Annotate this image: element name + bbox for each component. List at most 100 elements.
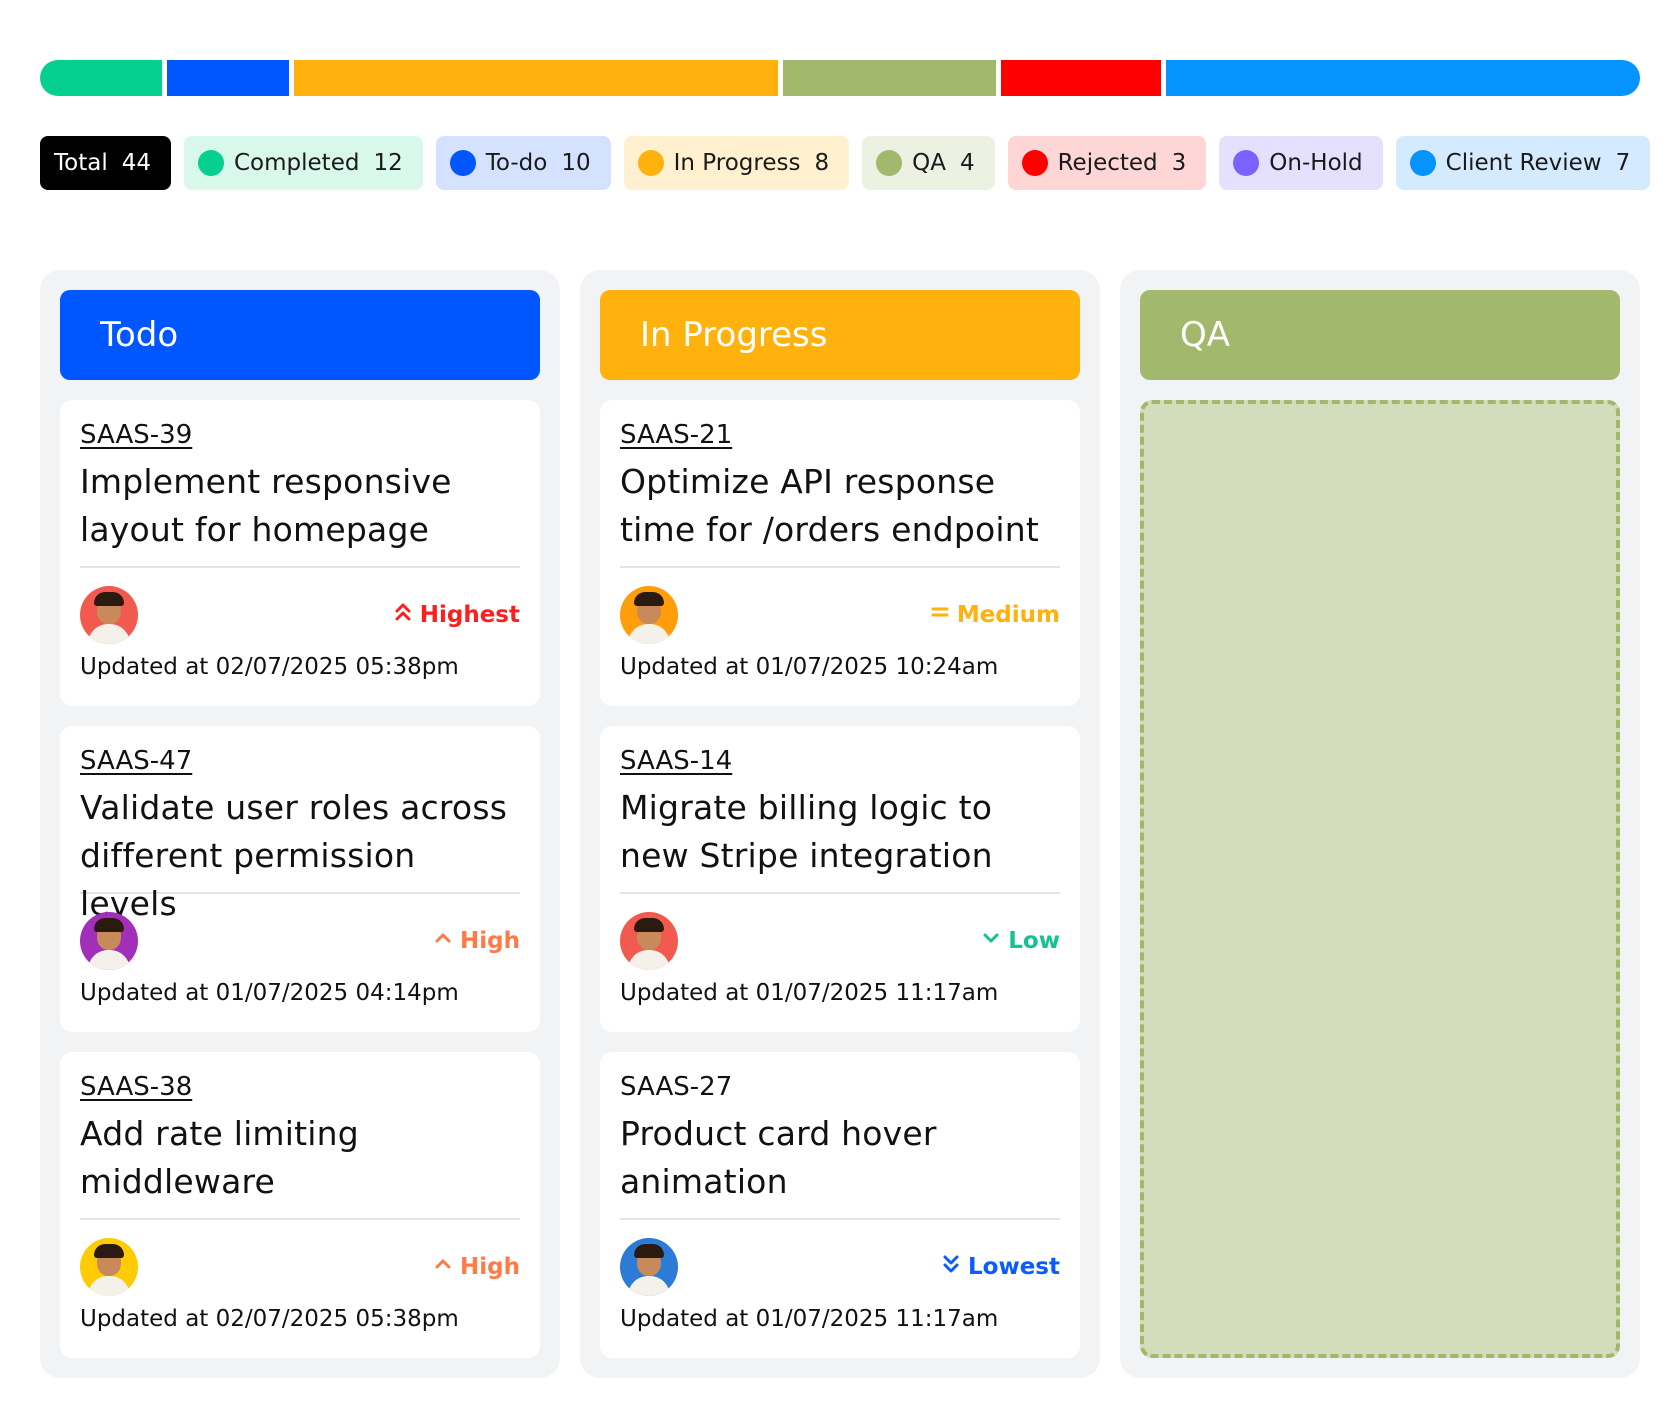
chip-completed-label: Completed <box>234 150 360 176</box>
chip-qa-count: 4 <box>959 150 975 176</box>
column-todo-header[interactable]: Todo <box>60 290 540 380</box>
chip-todo-label: To-do <box>485 150 548 176</box>
column-todo-cards: SAAS-39 Implement responsive layout for h… <box>60 400 540 1358</box>
priority-label: High <box>460 1254 520 1280</box>
rejected-dot-icon <box>1021 150 1048 176</box>
priority-label: Low <box>1008 928 1060 954</box>
qa-drop-zone[interactable] <box>1140 400 1620 1358</box>
chip-total-count: 44 <box>121 150 151 176</box>
completed-dot-icon <box>198 150 224 176</box>
card-divider <box>80 1218 520 1220</box>
task-title: Implement responsive layout for homepage <box>80 462 452 549</box>
assignee-avatar[interactable] <box>80 1238 138 1296</box>
task-id-link[interactable]: SAAS-14 <box>620 746 732 776</box>
progress-segment-client-review <box>1165 60 1640 96</box>
chip-todo-count: 10 <box>561 150 591 176</box>
priority-badge: Low <box>982 928 1060 954</box>
progress-segment-todo <box>167 60 290 96</box>
priority-label: Lowest <box>968 1254 1060 1280</box>
assignee-avatar[interactable] <box>620 1238 678 1296</box>
chip-on-hold-label: On-Hold <box>1269 150 1363 176</box>
double-chevron-down-icon <box>942 1254 968 1280</box>
card-divider <box>620 1218 1060 1220</box>
priority-label: Medium <box>956 602 1060 628</box>
priority-badge: Medium <box>931 602 1060 628</box>
client-review-dot-icon <box>1409 150 1436 176</box>
updated-timestamp: Updated at 01/07/2025 10:24am <box>620 654 999 680</box>
task-title: Migrate billing logic to new Stripe inte… <box>620 788 993 875</box>
progress-segment-qa <box>783 60 996 96</box>
chip-completed-count: 12 <box>373 150 403 176</box>
column-qa-title: QA <box>1180 315 1231 355</box>
task-title: Validate user roles across different per… <box>80 788 508 923</box>
column-in-progress-header[interactable]: In Progress <box>600 290 1080 380</box>
task-id-link[interactable]: SAAS-27 <box>620 1072 732 1102</box>
task-card[interactable]: SAAS-27 Product card hover animation Lowes… <box>600 1052 1080 1358</box>
task-title: Product card hover animation <box>620 1114 937 1201</box>
task-card[interactable]: SAAS-21 Optimize API response time for /o… <box>600 400 1080 706</box>
column-qa-header[interactable]: QA <box>1140 290 1620 380</box>
status-progress-bar <box>40 60 1640 96</box>
double-chevron-up-icon <box>394 602 420 628</box>
priority-badge: High <box>434 928 520 954</box>
equals-icon <box>931 602 957 628</box>
column-todo: Todo SAAS-39 Implement responsive layout … <box>40 270 560 1378</box>
task-card[interactable]: SAAS-38 Add rate limiting middleware High U… <box>60 1052 540 1358</box>
chip-qa-label: QA <box>912 150 946 176</box>
priority-badge: High <box>434 1254 520 1280</box>
progress-segment-rejected <box>1000 60 1161 96</box>
todo-dot-icon <box>449 150 476 176</box>
assignee-avatar[interactable] <box>80 586 138 644</box>
chip-client-review[interactable]: Client Review 7 <box>1395 136 1651 190</box>
chip-in-progress[interactable]: In Progress 8 <box>623 136 850 190</box>
chip-total-label: Total <box>54 150 108 176</box>
chip-in-progress-count: 8 <box>814 150 830 176</box>
task-id-link[interactable]: SAAS-47 <box>80 746 192 776</box>
task-id-link[interactable]: SAAS-21 <box>620 420 732 450</box>
column-qa: QA <box>1120 270 1640 1378</box>
priority-label: High <box>460 928 520 954</box>
progress-segment-completed <box>40 60 163 96</box>
chip-rejected-label: Rejected <box>1057 150 1158 176</box>
card-divider <box>80 566 520 568</box>
on-hold-dot-icon <box>1233 150 1260 176</box>
progress-segment-in-progress <box>294 60 779 96</box>
card-divider <box>620 892 1060 894</box>
priority-label: Highest <box>419 602 520 628</box>
updated-timestamp: Updated at 01/07/2025 04:14pm <box>80 980 459 1006</box>
assignee-avatar[interactable] <box>80 912 138 970</box>
updated-timestamp: Updated at 01/07/2025 11:17am <box>620 1306 999 1332</box>
chip-rejected[interactable]: Rejected 3 <box>1007 136 1207 190</box>
chip-rejected-count: 3 <box>1171 150 1187 176</box>
kanban-board-widget: Total 44 Completed 12 To-do 10 In Progre… <box>0 0 1680 1418</box>
assignee-avatar[interactable] <box>620 586 678 644</box>
chevron-down-icon <box>982 928 1008 954</box>
updated-timestamp: Updated at 02/07/2025 05:38pm <box>80 654 459 680</box>
chip-completed[interactable]: Completed 12 <box>184 136 423 190</box>
task-card[interactable]: SAAS-14 Migrate billing logic to new Stri… <box>600 726 1080 1032</box>
priority-badge: Highest <box>394 602 520 628</box>
chip-todo[interactable]: To-do 10 <box>435 136 611 190</box>
updated-timestamp: Updated at 02/07/2025 05:38pm <box>80 1306 459 1332</box>
status-filter-chips: Total 44 Completed 12 To-do 10 In Progre… <box>40 136 1651 190</box>
task-card[interactable]: SAAS-47 Validate user roles across differ… <box>60 726 540 1032</box>
chip-qa[interactable]: QA 4 <box>862 136 995 190</box>
priority-badge: Lowest <box>942 1254 1060 1280</box>
task-id-link[interactable]: SAAS-38 <box>80 1072 192 1102</box>
assignee-avatar[interactable] <box>620 912 678 970</box>
chip-client-review-label: Client Review <box>1445 150 1602 176</box>
column-todo-title: Todo <box>100 315 179 355</box>
in-progress-dot-icon <box>637 150 664 176</box>
qa-dot-icon <box>876 150 903 176</box>
task-id-link[interactable]: SAAS-39 <box>80 420 192 450</box>
task-title: Add rate limiting middleware <box>80 1114 359 1201</box>
chip-client-review-count: 7 <box>1615 150 1631 176</box>
column-in-progress: In Progress SAAS-21 Optimize API response… <box>580 270 1100 1378</box>
chevron-up-icon <box>434 1254 460 1280</box>
task-card[interactable]: SAAS-39 Implement responsive layout for h… <box>60 400 540 706</box>
updated-timestamp: Updated at 01/07/2025 11:17am <box>620 980 999 1006</box>
kanban-columns: Todo SAAS-39 Implement responsive layout … <box>40 270 1640 1378</box>
chip-on-hold[interactable]: On-Hold <box>1219 136 1383 190</box>
chip-total[interactable]: Total 44 <box>40 136 171 190</box>
task-title: Optimize API response time for /orders e… <box>620 462 1040 549</box>
